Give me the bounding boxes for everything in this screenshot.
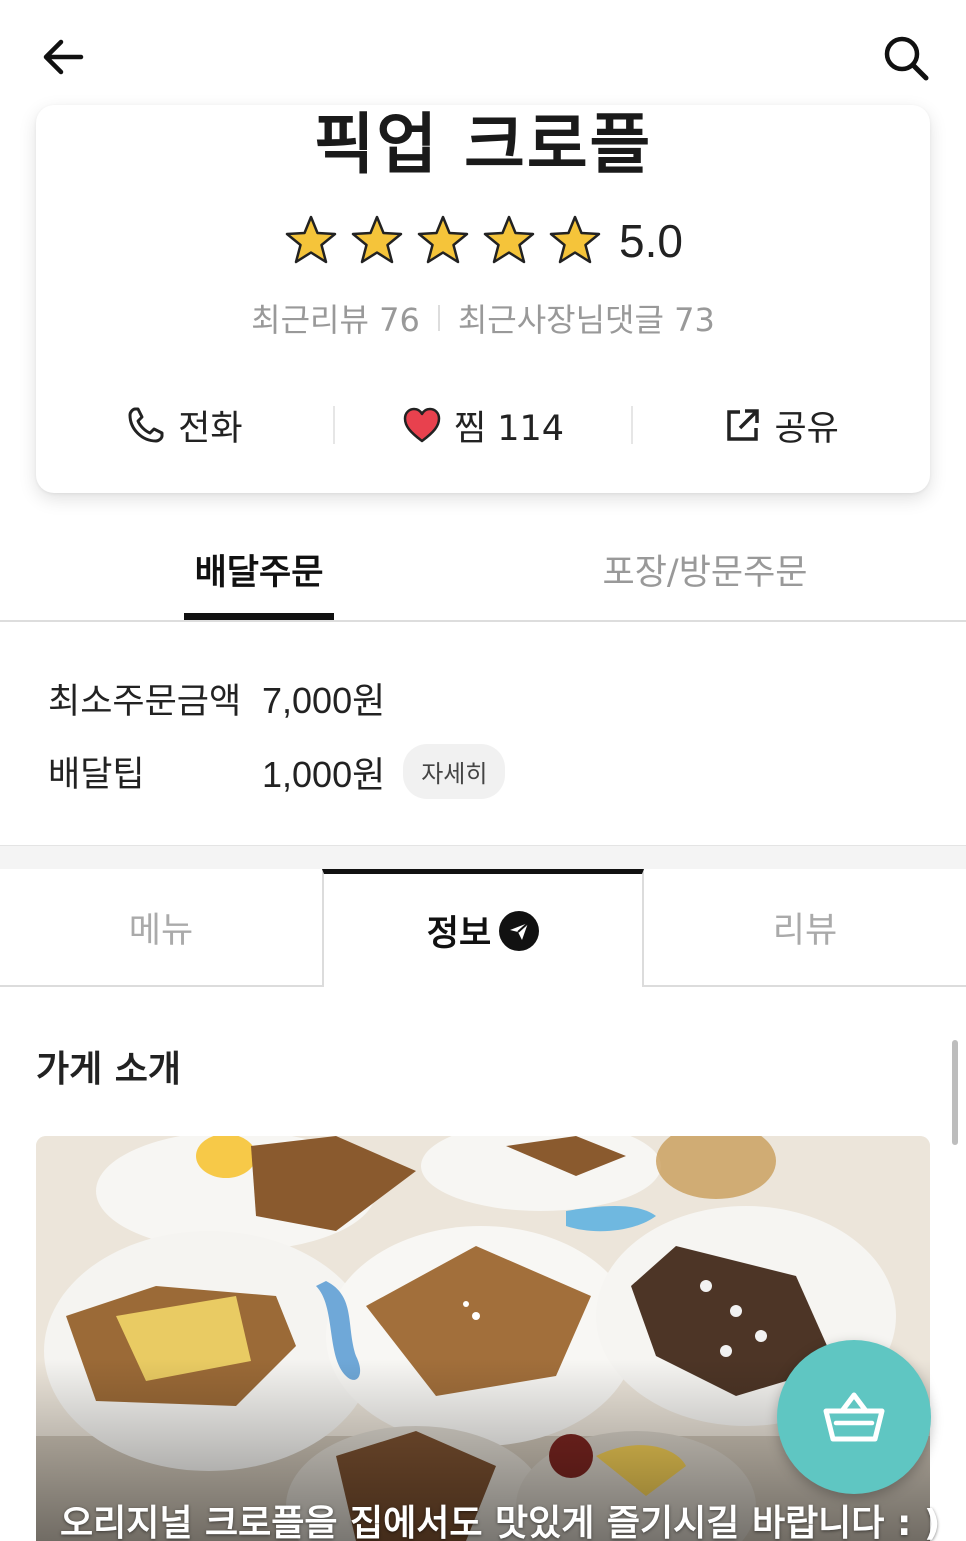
store-name: 픽업 크로플 [313,106,653,183]
star-icon [285,215,337,264]
call-label: 전화 [178,408,243,449]
min-order-label: 최소주문금액 [48,681,242,722]
phone-icon [128,407,164,443]
content-tabs: 메뉴 정보 리뷰 [0,869,966,987]
send-icon [499,910,540,951]
search-button[interactable] [876,28,936,88]
basket-icon [823,1392,885,1442]
tab-delivery-order[interactable]: 배달주문 [184,530,334,620]
call-button[interactable]: 전화 [36,400,333,451]
tab-menu-label: 메뉴 [128,910,194,951]
share-icon [727,409,760,441]
store-card: 픽업 크로플 5.0 최근리뷰 76 최근사장님댓글 73 전화 찜 114 공… [36,105,930,493]
min-order-value: 7,000원 [262,680,386,721]
star-icon [351,215,403,264]
search-icon [884,36,929,81]
cart-button[interactable] [777,1340,931,1494]
store-intro-caption: 오리지널 크로플을 집에서도 맛있게 즐기시길 바랍니다 : ) [60,1503,941,1541]
tab-review-label: 리뷰 [772,910,838,951]
section-divider [0,845,966,869]
rating-value: 5.0 [619,215,683,267]
back-button[interactable] [36,30,90,84]
recent-reviews-link[interactable]: 최근리뷰 76 [251,295,420,341]
delivery-tip-row: 배달팁 1,000원 자세히 [48,744,506,799]
action-row: 전화 찜 114 공유 [36,395,930,455]
recent-owner-comments-link[interactable]: 최근사장님댓글 73 [458,295,715,341]
star-icon [549,215,601,264]
favorite-button[interactable]: 찜 114 [335,400,632,451]
favorite-count: 찜 114 [453,408,565,449]
tab-review[interactable]: 리뷰 [644,869,966,987]
store-intro-title: 가게 소개 [36,1049,182,1090]
delivery-tip-value: 1,000원 [262,753,386,795]
back-arrow-icon [43,39,84,75]
tip-detail-button[interactable]: 자세히 [403,744,506,799]
waffle-photo-illustration [36,1136,930,1541]
delivery-tip-label: 배달팁 [48,755,145,795]
scrollbar[interactable] [952,1040,958,1145]
star-icon [417,215,469,264]
store-intro-photo [36,1136,930,1541]
tab-pickup-order[interactable]: 포장/방문주문 [560,530,850,620]
divider [437,305,440,331]
min-order-row: 최소주문금액 7,000원 [48,672,385,724]
top-bar [0,0,966,110]
order-type-tabs: 배달주문 포장/방문주문 [0,530,966,622]
rating-row: 5.0 [36,213,930,269]
star-icon [483,215,535,264]
heart-icon [403,407,441,443]
tab-info-label: 정보 [426,914,492,954]
share-label: 공유 [774,408,839,449]
tab-info[interactable]: 정보 [322,869,644,987]
share-button[interactable]: 공유 [633,400,930,451]
review-counts: 최근리뷰 76 최근사장님댓글 73 [36,295,930,341]
tab-menu[interactable]: 메뉴 [0,869,322,987]
